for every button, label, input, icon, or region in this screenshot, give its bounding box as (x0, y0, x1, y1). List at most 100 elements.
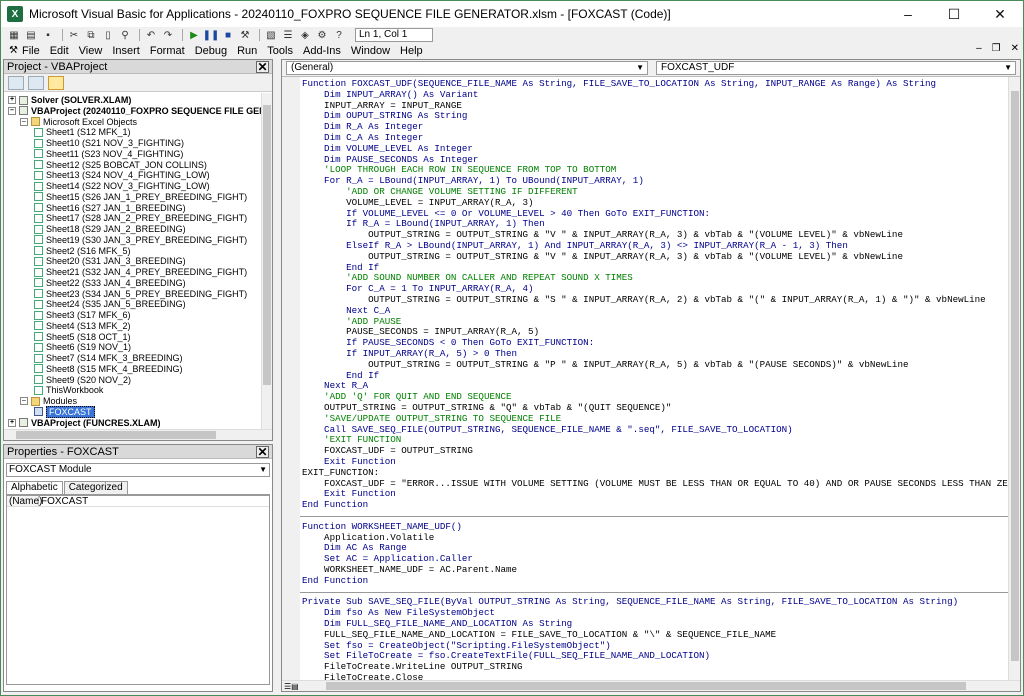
maximize-button[interactable]: ☐ (931, 1, 977, 27)
properties-object-select[interactable]: FOXCAST Module ▼ (6, 463, 270, 477)
reset-icon[interactable]: ■ (221, 28, 235, 42)
redo-icon[interactable]: ↷ (161, 28, 175, 42)
expand-icon[interactable]: + (8, 96, 16, 104)
tree-node[interactable]: – VBAProject (20240110_FOXPRO SEQUENCE FI… (8, 106, 262, 116)
tree-node[interactable]: Sheet17 (S28 JAN_2_PREY_BREEDING_FIGHT) (34, 213, 247, 223)
view-toggle-icon[interactable]: ☰▤ (284, 682, 299, 691)
property-value[interactable]: FOXCAST (39, 496, 88, 507)
tree-node[interactable]: Sheet5 (S18 OCT_1) (34, 332, 131, 342)
scroll-thumb[interactable] (16, 431, 216, 439)
project-explorer-icon[interactable]: ▧ (264, 28, 278, 42)
tab-categorized[interactable]: Categorized (63, 481, 128, 494)
menu-view[interactable]: View (79, 45, 103, 57)
tree-node[interactable]: Sheet24 (S35 JAN_5_BREEDING) (34, 299, 186, 309)
chevron-down-icon[interactable]: ▼ (1004, 62, 1012, 74)
mdi-minimize-icon[interactable]: – (976, 43, 982, 54)
toggle-folders-icon[interactable] (48, 75, 64, 90)
tree-node[interactable]: Sheet6 (S19 NOV_1) (34, 342, 131, 352)
object-combo[interactable]: (General) ▼ (286, 61, 648, 75)
tree-node[interactable]: Sheet14 (S22 NOV_3_FIGHTING_LOW) (34, 181, 210, 191)
code-vertical-scrollbar[interactable] (1008, 77, 1020, 681)
project-horizontal-scrollbar[interactable] (4, 429, 272, 440)
toolbox-icon[interactable]: ⚙ (315, 28, 329, 42)
menu-insert[interactable]: Insert (112, 45, 140, 57)
cut-icon[interactable]: ✂ (67, 28, 81, 42)
properties-pane-close-icon[interactable]: ✕ (256, 445, 269, 459)
tree-node[interactable]: Sheet7 (S14 MFK_3_BREEDING) (34, 353, 183, 363)
scroll-thumb[interactable] (263, 105, 271, 385)
tree-node[interactable]: Sheet21 (S32 JAN_4_PREY_BREEDING_FIGHT) (34, 267, 247, 277)
menu-debug[interactable]: Debug (195, 45, 227, 57)
code-line[interactable]: OUTPUT_STRING = OUTPUT_STRING & "S " & I… (302, 294, 986, 306)
menu-run[interactable]: Run (237, 45, 257, 57)
tree-node[interactable]: – Microsoft Excel Objects (20, 117, 137, 127)
collapse-icon[interactable]: – (8, 106, 16, 115)
scroll-thumb[interactable] (1011, 91, 1019, 661)
chevron-down-icon[interactable]: ▼ (259, 464, 267, 476)
mdi-close-icon[interactable]: ✕ (1011, 43, 1019, 54)
procedure-combo[interactable]: FOXCAST_UDF ▼ (656, 61, 1016, 75)
project-vertical-scrollbar[interactable] (261, 93, 272, 430)
tree-node[interactable]: Sheet3 (S17 MFK_6) (34, 310, 131, 320)
copy-icon[interactable]: ⧉ (84, 28, 98, 42)
properties-window-icon[interactable]: ☰ (281, 28, 295, 42)
code-line[interactable]: End Function (302, 499, 368, 511)
code-line[interactable]: OUTPUT_STRING = OUTPUT_STRING & "V " & I… (302, 251, 903, 263)
code-line[interactable]: End Function (302, 575, 368, 587)
code-line[interactable]: OUTPUT_STRING = OUTPUT_STRING & "P " & I… (302, 359, 908, 371)
menu-help[interactable]: Help (400, 45, 423, 57)
tree-node[interactable]: Sheet16 (S27 JAN_1_BREEDING) (34, 203, 186, 213)
tree-node[interactable]: Sheet1 (S12 MFK_1) (34, 127, 131, 137)
tree-node[interactable]: Sheet15 (S26 JAN_1_PREY_BREEDING_FIGHT) (34, 192, 247, 202)
tree-node[interactable]: Sheet13 (S24 NOV_4_FIGHTING_LOW) (34, 170, 210, 180)
find-icon[interactable]: ⚲ (118, 28, 132, 42)
menu-format[interactable]: Format (150, 45, 185, 57)
tree-node[interactable]: Sheet23 (S34 JAN_5_PREY_BREEDING_FIGHT) (34, 289, 247, 299)
tree-node[interactable]: Sheet18 (S29 JAN_2_BREEDING) (34, 224, 186, 234)
menu-window[interactable]: Window (351, 45, 390, 57)
tab-alphabetic[interactable]: Alphabetic (6, 481, 63, 494)
mdi-restore-icon[interactable]: ❐ (992, 43, 1001, 54)
minimize-button[interactable]: – (885, 1, 931, 27)
paste-icon[interactable]: ▯ (101, 28, 115, 42)
tree-node[interactable]: + VBAProject (FUNCRES.XLAM) (8, 418, 161, 428)
project-pane-close-icon[interactable]: ✕ (256, 60, 269, 74)
break-icon[interactable]: ❚❚ (203, 28, 220, 42)
tree-node[interactable]: + Solver (SOLVER.XLAM) (8, 95, 131, 105)
tree-node[interactable]: Sheet19 (S30 JAN_3_PREY_BREEDING_FIGHT) (34, 235, 247, 245)
menu-file[interactable]: File (22, 45, 40, 57)
tree-node[interactable]: Sheet9 (S20 NOV_2) (34, 375, 131, 385)
code-editor[interactable]: Function FOXCAST_UDF(SEQUENCE_FILE_NAME … (282, 77, 1008, 681)
view-object-icon[interactable] (28, 75, 44, 90)
collapse-icon[interactable]: – (20, 117, 28, 126)
tree-node[interactable]: Sheet11 (S23 NOV_4_FIGHTING) (34, 149, 183, 159)
tree-node[interactable]: Sheet4 (S13 MFK_2) (34, 321, 131, 331)
help-icon[interactable]: ? (332, 28, 346, 42)
tree-node[interactable]: ThisWorkbook (34, 385, 103, 395)
tree-node[interactable]: Sheet12 (S25 BOBCAT_JON COLLINS) (34, 160, 207, 170)
tree-node[interactable]: Sheet10 (S21 NOV_3_FIGHTING) (34, 138, 184, 148)
tree-node[interactable]: – Modules (20, 396, 77, 406)
code-horizontal-scrollbar[interactable]: ☰▤ (282, 680, 1020, 691)
tree-node[interactable]: FOXCAST (34, 405, 95, 418)
run-icon[interactable]: ▶ (187, 28, 201, 42)
tree-node[interactable]: Sheet2 (S16 MFK_5) (34, 246, 131, 256)
close-button[interactable]: ✕ (977, 1, 1023, 27)
property-row[interactable]: (Name) FOXCAST (7, 496, 269, 507)
chevron-down-icon[interactable]: ▼ (636, 62, 644, 74)
scroll-thumb[interactable] (326, 682, 966, 690)
save-icon[interactable]: ▪ (41, 28, 55, 42)
insert-module-icon[interactable]: ▤ (24, 28, 38, 42)
tree-node[interactable]: Sheet8 (S15 MFK_4_BREEDING) (34, 364, 183, 374)
menu-edit[interactable]: Edit (50, 45, 69, 57)
tree-node[interactable]: Sheet22 (S33 JAN_4_BREEDING) (34, 278, 186, 288)
menu-tools[interactable]: Tools (267, 45, 293, 57)
view-code-icon[interactable] (8, 75, 24, 90)
expand-icon[interactable]: + (8, 418, 16, 427)
code-line[interactable]: FOXCAST_UDF = "ERROR...ISSUE WITH VOLUME… (302, 478, 1008, 490)
object-browser-icon[interactable]: ◈ (298, 28, 312, 42)
excel-view-icon[interactable]: ▦ (7, 28, 21, 42)
design-mode-icon[interactable]: ⚒ (238, 28, 252, 42)
collapse-icon[interactable]: – (20, 397, 28, 405)
undo-icon[interactable]: ↶ (144, 28, 158, 42)
